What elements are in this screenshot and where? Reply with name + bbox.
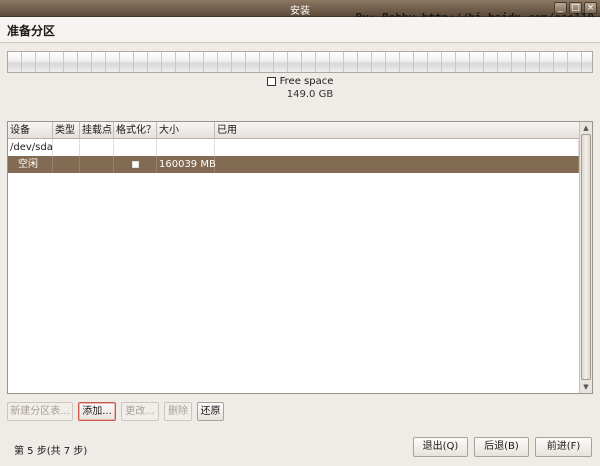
partition-bar xyxy=(7,51,593,73)
cell-mount xyxy=(80,156,114,173)
cell-size: 160039 MB xyxy=(157,156,216,173)
quit-button[interactable]: 退出(Q) xyxy=(413,437,468,457)
cell-used xyxy=(215,139,579,156)
partition-table: 设备 类型 挂载点 格式化？ 大小 已用 /dev/sda 空闲 160039 … xyxy=(7,121,593,394)
free-space-size: 149.0 GB xyxy=(286,89,334,100)
cell-mount xyxy=(80,139,114,156)
partition-legend: Free space 149.0 GB xyxy=(0,76,600,100)
scroll-up-icon[interactable]: ▲ xyxy=(580,122,592,134)
column-header-used[interactable]: 已用 xyxy=(215,122,579,139)
cell-device: /dev/sda xyxy=(8,139,53,156)
cell-type xyxy=(53,156,80,173)
column-header-size[interactable]: 大小 xyxy=(157,122,215,139)
back-button[interactable]: 后退(B) xyxy=(474,437,529,457)
cell-format xyxy=(114,156,157,173)
page-header: 准备分区 xyxy=(0,17,600,43)
cell-type xyxy=(53,139,80,156)
page-title: 准备分区 xyxy=(7,24,56,38)
cell-device: 空闲 xyxy=(8,156,53,173)
cell-format xyxy=(114,139,157,156)
revert-button[interactable]: 还原 xyxy=(197,402,224,421)
format-checkbox[interactable] xyxy=(132,160,139,168)
table-row-selected[interactable]: 空闲 160039 MB xyxy=(8,156,592,173)
new-partition-table-button[interactable]: 新建分区表... xyxy=(7,402,73,421)
scrollbar-thumb[interactable] xyxy=(581,134,591,380)
scroll-down-icon[interactable]: ▼ xyxy=(580,381,592,393)
table-row[interactable]: /dev/sda xyxy=(8,139,592,156)
step-indicator: 第 5 步(共 7 步) xyxy=(14,446,88,457)
column-header-device[interactable]: 设备 xyxy=(8,122,53,139)
column-header-type[interactable]: 类型 xyxy=(53,122,80,139)
cell-used xyxy=(215,156,579,173)
table-header: 设备 类型 挂载点 格式化？ 大小 已用 xyxy=(8,122,592,139)
free-space-label: Free space xyxy=(279,76,334,87)
column-header-format[interactable]: 格式化？ xyxy=(114,122,157,139)
cell-size xyxy=(157,139,215,156)
column-header-mount[interactable]: 挂载点 xyxy=(80,122,114,139)
free-space-swatch-icon xyxy=(266,77,276,86)
vertical-scrollbar[interactable]: ▲ ▼ xyxy=(579,122,592,393)
add-partition-button[interactable]: 添加... xyxy=(78,402,116,421)
delete-partition-button[interactable]: 删除 xyxy=(164,402,192,421)
forward-button[interactable]: 前进(F) xyxy=(535,437,592,457)
change-partition-button[interactable]: 更改... xyxy=(121,402,159,421)
